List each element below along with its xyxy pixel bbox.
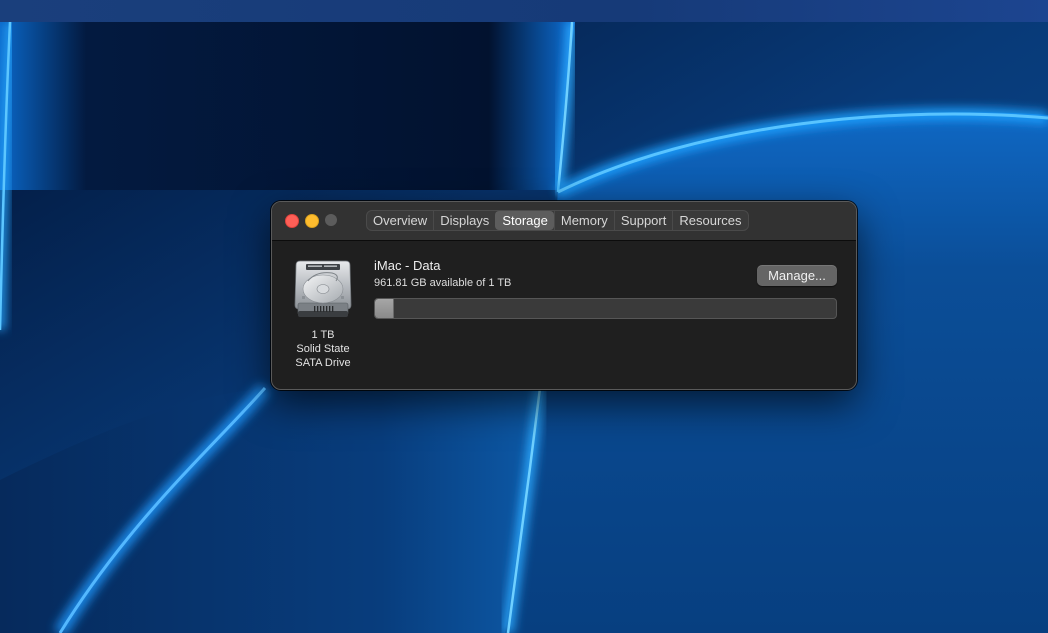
about-this-mac-window: Overview Displays Storage Memory Support… [271,201,857,390]
drive-capacity: 1 TB [311,329,335,341]
tab-support[interactable]: Support [613,211,673,230]
tab-overview[interactable]: Overview [367,211,433,230]
hard-drive-icon [294,260,352,317]
title-bar: Overview Displays Storage Memory Support… [272,202,856,241]
tab-storage[interactable]: Storage [495,211,554,230]
close-button[interactable] [285,214,299,228]
zoom-button [325,214,337,226]
tab-bar: Overview Displays Storage Memory Support… [366,210,749,231]
tab-displays[interactable]: Displays [433,211,495,230]
storage-usage-bar[interactable] [374,298,837,319]
storage-used-segment[interactable] [375,299,394,318]
menu-bar [0,0,1048,22]
tab-memory[interactable]: Memory [553,211,614,230]
volume-available: 961.81 GB available of 1 TB [374,277,512,289]
tab-resources[interactable]: Resources [672,211,747,230]
drive-type: Solid State [296,343,350,355]
drive-interface: SATA Drive [295,357,351,369]
manage-button[interactable]: Manage... [757,265,837,286]
volume-name: iMac - Data [374,258,441,273]
minimize-button[interactable] [305,214,319,228]
drive-info: 1 TB Solid State SATA Drive [274,328,372,370]
